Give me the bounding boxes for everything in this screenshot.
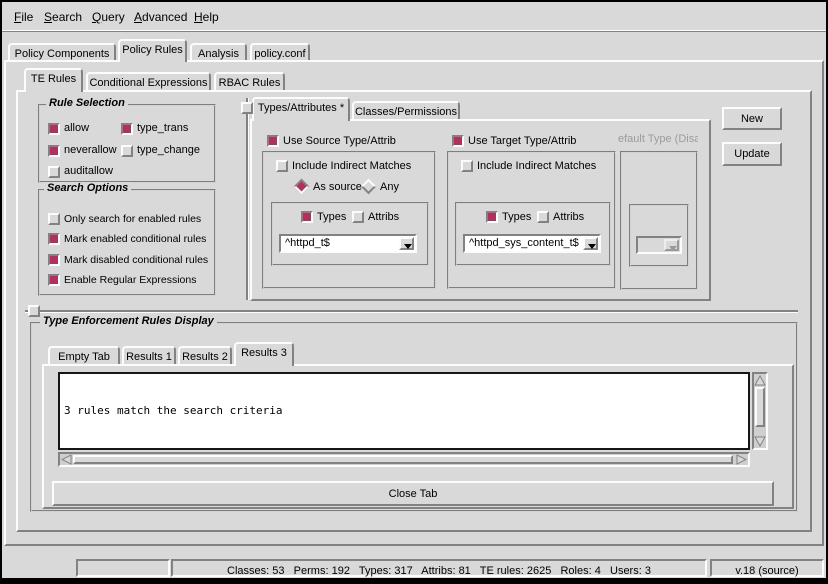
default-type-label: efault Type (Disa <box>618 132 698 146</box>
use-target-label: Use Target Type/Attrib <box>468 134 576 148</box>
scroll-right-icon[interactable] <box>736 454 747 465</box>
enabled-only-checkbox[interactable] <box>48 213 60 225</box>
target-indirect-checkbox[interactable] <box>461 160 473 172</box>
mark-disabled-checkbox[interactable] <box>48 254 60 266</box>
scroll-up-icon[interactable] <box>754 375 766 386</box>
regex-label: Enable Regular Expressions <box>64 273 197 287</box>
vertical-scroll-thumb[interactable] <box>755 387 765 427</box>
tab-results-2[interactable]: Results 2 <box>178 346 232 364</box>
default-type-combobox-disabled <box>636 236 682 254</box>
chevron-down-icon <box>588 244 596 249</box>
target-types-checkbox[interactable] <box>486 211 498 223</box>
tab-results-3[interactable]: Results 3 <box>234 342 294 366</box>
target-type-combobox[interactable]: ^httpd_sys_content_t$ <box>463 234 601 253</box>
chevron-down-icon <box>669 246 677 251</box>
enabled-only-label: Only search for enabled rules <box>64 212 201 226</box>
target-type-value: ^httpd_sys_content_t$ <box>469 237 579 250</box>
target-attribs-label: Attribs <box>553 210 584 224</box>
results-text-area[interactable]: 3 rules match the search criteria (5822)… <box>58 372 750 450</box>
horizontal-scroll-thumb[interactable] <box>73 455 733 464</box>
source-attribs-label: Attribs <box>368 210 399 224</box>
app-window: File Search Query Advanced Help Policy C… <box>0 0 828 584</box>
results-summary: 3 rules match the search criteria <box>64 404 744 418</box>
use-target-checkbox[interactable] <box>452 135 464 147</box>
target-types-label: Types <box>502 210 531 224</box>
source-type-value: ^httpd_t$ <box>285 237 330 250</box>
tab-classes-permissions[interactable]: Classes/Permissions <box>352 101 460 119</box>
allow-label: allow <box>64 121 89 135</box>
mark-disabled-label: Mark disabled conditional rules <box>64 253 208 267</box>
source-attribs-checkbox[interactable] <box>352 211 364 223</box>
use-source-label: Use Source Type/Attrib <box>283 134 396 148</box>
scroll-down-icon[interactable] <box>754 436 766 447</box>
mark-enabled-label: Mark enabled conditional rules <box>64 232 206 246</box>
use-source-checkbox[interactable] <box>267 135 279 147</box>
scroll-left-icon[interactable] <box>61 454 72 465</box>
source-combo-arrow-button[interactable] <box>399 237 414 250</box>
mark-enabled-checkbox[interactable] <box>48 233 60 245</box>
type-change-label: type_change <box>137 143 200 157</box>
tab-empty-tab[interactable]: Empty Tab <box>48 346 120 364</box>
target-attribs-checkbox[interactable] <box>537 211 549 223</box>
target-indirect-label: Include Indirect Matches <box>477 159 596 173</box>
close-tab-button[interactable]: Close Tab <box>52 481 774 506</box>
auditallow-label: auditallow <box>64 164 113 178</box>
results-vertical-scrollbar[interactable] <box>752 372 768 450</box>
type-trans-label: type_trans <box>137 121 188 135</box>
source-types-label: Types <box>317 210 346 224</box>
source-types-checkbox[interactable] <box>301 211 313 223</box>
results-group-title: Type Enforcement Rules Display <box>40 315 217 328</box>
tab-results-1[interactable]: Results 1 <box>122 346 176 364</box>
results-horizontal-scrollbar[interactable] <box>58 452 750 467</box>
auditallow-checkbox[interactable] <box>48 166 60 178</box>
horizontal-sash-handle[interactable] <box>28 305 40 317</box>
vertical-sash[interactable] <box>246 98 248 300</box>
regex-checkbox[interactable] <box>48 274 60 286</box>
type-trans-checkbox[interactable] <box>121 123 133 135</box>
rule-selection-title: Rule Selection <box>46 97 128 110</box>
source-indirect-label: Include Indirect Matches <box>292 159 411 173</box>
update-button[interactable]: Update <box>722 142 782 166</box>
neverallow-checkbox[interactable] <box>48 145 60 157</box>
new-button[interactable]: New <box>722 107 782 130</box>
tab-types-attributes[interactable]: Types/Attributes * <box>252 97 350 121</box>
allow-checkbox[interactable] <box>48 123 60 135</box>
source-type-combobox[interactable]: ^httpd_t$ <box>279 234 417 253</box>
type-change-checkbox[interactable] <box>121 145 133 157</box>
default-combo-arrow-button <box>664 239 679 251</box>
horizontal-sash[interactable] <box>25 310 798 312</box>
chevron-down-icon <box>404 244 412 249</box>
search-options-title: Search Options <box>44 182 131 195</box>
source-indirect-checkbox[interactable] <box>276 160 288 172</box>
vertical-sash-handle[interactable] <box>241 102 253 114</box>
any-label: Any <box>380 180 399 194</box>
neverallow-label: neverallow <box>64 143 117 157</box>
target-combo-arrow-button[interactable] <box>583 237 598 250</box>
as-source-label: As source <box>313 180 362 194</box>
